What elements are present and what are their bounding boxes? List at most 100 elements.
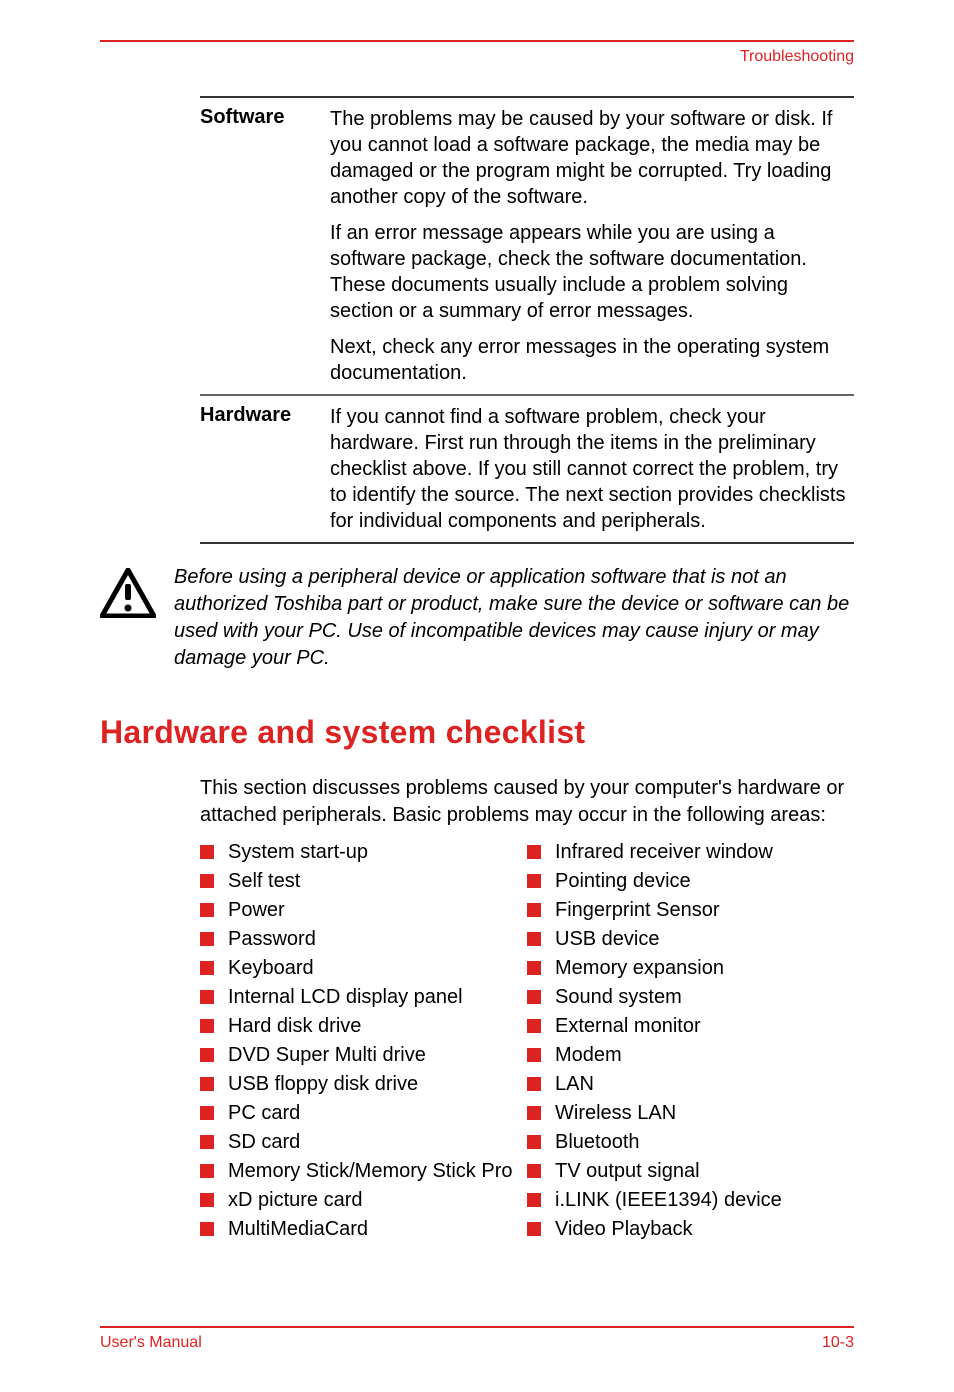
list-item-label: Power xyxy=(228,897,285,924)
square-bullet-icon xyxy=(200,1164,214,1178)
header-rule xyxy=(100,40,854,42)
page-container: Troubleshooting Software The problems ma… xyxy=(0,40,954,1392)
row-hardware: Hardware If you cannot find a software p… xyxy=(200,395,854,544)
square-bullet-icon xyxy=(200,1019,214,1033)
square-bullet-icon xyxy=(527,1019,541,1033)
list-item-label: MultiMediaCard xyxy=(228,1216,368,1243)
row-software: Software The problems may be caused by y… xyxy=(200,96,854,395)
checklist-right: Infrared receiver window Pointing device… xyxy=(527,839,854,1245)
list-item-label: LAN xyxy=(555,1071,594,1098)
caution-text: Before using a peripheral device or appl… xyxy=(174,564,854,672)
list-item-label: Video Playback xyxy=(555,1216,693,1243)
definition-table: Software The problems may be caused by y… xyxy=(200,96,854,544)
square-bullet-icon xyxy=(527,1048,541,1062)
list-item: Keyboard xyxy=(200,955,527,982)
square-bullet-icon xyxy=(200,1048,214,1062)
list-item: USB floppy disk drive xyxy=(200,1071,527,1098)
header-breadcrumb: Troubleshooting xyxy=(100,48,854,66)
square-bullet-icon xyxy=(527,874,541,888)
list-item: TV output signal xyxy=(527,1158,854,1185)
list-item: Power xyxy=(200,897,527,924)
list-item-label: Bluetooth xyxy=(555,1129,640,1156)
list-item-label: TV output signal xyxy=(555,1158,700,1185)
list-item: Bluetooth xyxy=(527,1129,854,1156)
square-bullet-icon xyxy=(527,932,541,946)
list-item-label: System start-up xyxy=(228,839,368,866)
list-item-label: Infrared receiver window xyxy=(555,839,773,866)
square-bullet-icon xyxy=(200,961,214,975)
list-item: LAN xyxy=(527,1071,854,1098)
warning-icon xyxy=(100,568,156,623)
square-bullet-icon xyxy=(527,1222,541,1236)
list-item: SD card xyxy=(200,1129,527,1156)
list-item-label: External monitor xyxy=(555,1013,701,1040)
list-item: xD picture card xyxy=(200,1187,527,1214)
section-body: This section discusses problems caused b… xyxy=(200,775,854,1245)
list-item-label: Sound system xyxy=(555,984,682,1011)
square-bullet-icon xyxy=(200,903,214,917)
section-title: Hardware and system checklist xyxy=(100,714,854,751)
square-bullet-icon xyxy=(200,1077,214,1091)
list-item: Modem xyxy=(527,1042,854,1069)
list-item: Memory expansion xyxy=(527,955,854,982)
list-item: i.LINK (IEEE1394) device xyxy=(527,1187,854,1214)
software-p1: The problems may be caused by your softw… xyxy=(330,106,854,210)
list-item-label: USB device xyxy=(555,926,660,953)
caution-block: Before using a peripheral device or appl… xyxy=(100,564,854,672)
list-item: Infrared receiver window xyxy=(527,839,854,866)
term-software: Software xyxy=(200,106,330,386)
software-p2: If an error message appears while you ar… xyxy=(330,220,854,324)
list-item: Sound system xyxy=(527,984,854,1011)
hardware-p1: If you cannot find a software problem, c… xyxy=(330,404,854,534)
square-bullet-icon xyxy=(200,845,214,859)
square-bullet-icon xyxy=(527,1193,541,1207)
square-bullet-icon xyxy=(527,1077,541,1091)
list-item-label: Internal LCD display panel xyxy=(228,984,463,1011)
term-hardware: Hardware xyxy=(200,404,330,534)
list-item-label: DVD Super Multi drive xyxy=(228,1042,426,1069)
software-p3: Next, check any error messages in the op… xyxy=(330,334,854,386)
section-intro: This section discusses problems caused b… xyxy=(200,775,854,829)
list-item: PC card xyxy=(200,1100,527,1127)
list-item-label: Fingerprint Sensor xyxy=(555,897,720,924)
desc-hardware: If you cannot find a software problem, c… xyxy=(330,404,854,534)
footer-left: User's Manual xyxy=(100,1334,202,1352)
list-item-label: Memory expansion xyxy=(555,955,724,982)
square-bullet-icon xyxy=(200,990,214,1004)
list-item-label: Modem xyxy=(555,1042,622,1069)
list-item: Wireless LAN xyxy=(527,1100,854,1127)
footer: User's Manual 10-3 xyxy=(100,1326,854,1352)
checklist-left: System start-up Self test Power Password… xyxy=(200,839,527,1245)
list-item: Video Playback xyxy=(527,1216,854,1243)
square-bullet-icon xyxy=(527,903,541,917)
square-bullet-icon xyxy=(527,1164,541,1178)
list-item: Self test xyxy=(200,868,527,895)
list-item: External monitor xyxy=(527,1013,854,1040)
checklist-columns: System start-up Self test Power Password… xyxy=(200,839,854,1245)
list-item: Internal LCD display panel xyxy=(200,984,527,1011)
square-bullet-icon xyxy=(200,1106,214,1120)
list-item-label: SD card xyxy=(228,1129,300,1156)
list-item-label: Memory Stick/Memory Stick Pro xyxy=(228,1158,512,1185)
list-item-label: Password xyxy=(228,926,316,953)
square-bullet-icon xyxy=(200,1222,214,1236)
square-bullet-icon xyxy=(200,874,214,888)
square-bullet-icon xyxy=(527,961,541,975)
list-item: DVD Super Multi drive xyxy=(200,1042,527,1069)
list-item-label: Pointing device xyxy=(555,868,691,895)
square-bullet-icon xyxy=(527,1135,541,1149)
footer-rule xyxy=(100,1326,854,1328)
list-item: Memory Stick/Memory Stick Pro xyxy=(200,1158,527,1185)
footer-page-number: 10-3 xyxy=(822,1334,854,1352)
list-item-label: PC card xyxy=(228,1100,300,1127)
list-item-label: i.LINK (IEEE1394) device xyxy=(555,1187,782,1214)
list-item-label: USB floppy disk drive xyxy=(228,1071,418,1098)
list-item: Hard disk drive xyxy=(200,1013,527,1040)
list-item-label: Hard disk drive xyxy=(228,1013,361,1040)
square-bullet-icon xyxy=(200,1193,214,1207)
list-item-label: Self test xyxy=(228,868,300,895)
list-item: Password xyxy=(200,926,527,953)
list-item: USB device xyxy=(527,926,854,953)
list-item-label: xD picture card xyxy=(228,1187,363,1214)
list-item-label: Wireless LAN xyxy=(555,1100,676,1127)
